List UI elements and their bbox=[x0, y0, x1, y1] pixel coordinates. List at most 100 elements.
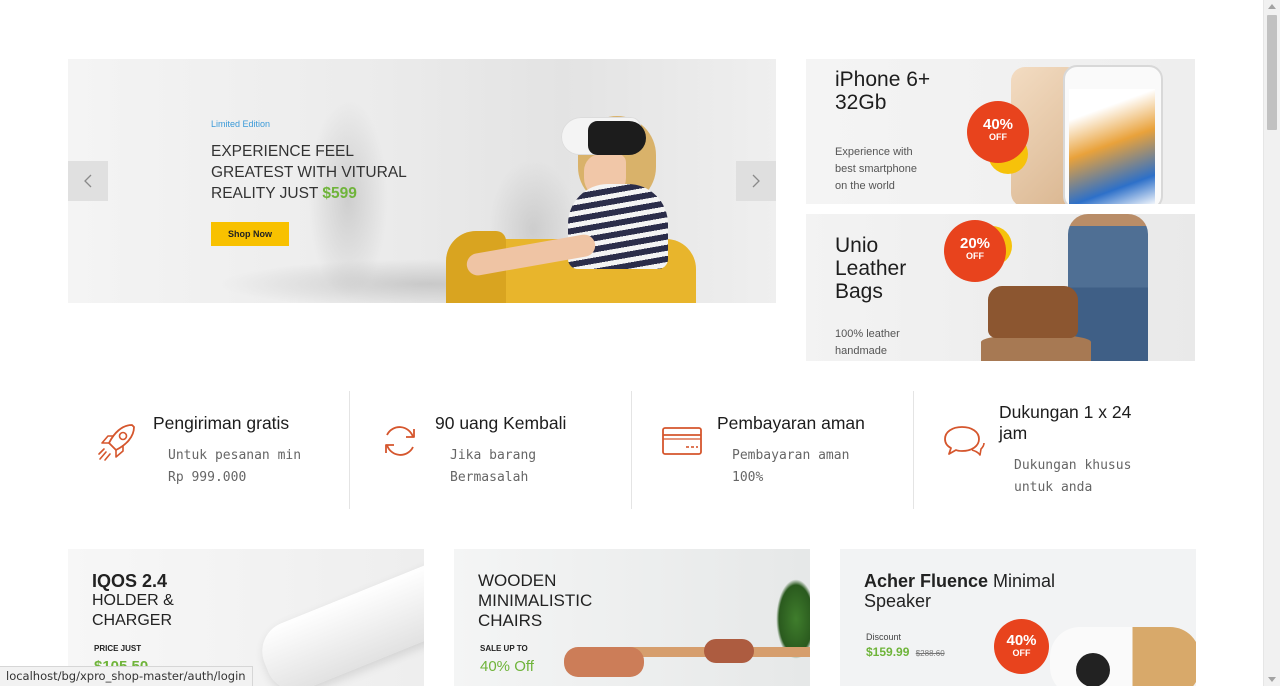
card-title-line: WOODEN bbox=[478, 571, 557, 590]
speaker-image bbox=[1050, 627, 1196, 686]
feature-support: Dukungan 1 x 24 jam Dukungan khusus untu… bbox=[914, 391, 1195, 509]
card-title-bold: Acher Fluence bbox=[864, 571, 989, 591]
card-discount-label: Discount bbox=[866, 632, 902, 642]
card-title-rest: Minimal bbox=[988, 571, 1056, 591]
promo-description: 100% leather handmade bbox=[835, 326, 900, 360]
card-title-line: MINIMALISTIC bbox=[478, 591, 593, 610]
feature-free-shipping: Pengiriman gratis Untuk pesanan min Rp 9… bbox=[68, 391, 350, 509]
hero-content: Limited Edition EXPERIENCE FEEL GREATEST… bbox=[211, 119, 471, 246]
feature-description: Untuk pesanan min Rp 999.000 bbox=[168, 445, 338, 489]
promo-description: Experience with best smartphone on the w… bbox=[835, 144, 917, 195]
refresh-icon bbox=[385, 426, 415, 456]
feature-description: Pembayaran aman 100% bbox=[732, 445, 902, 489]
credit-card-icon bbox=[662, 427, 702, 455]
hero-headline-line: EXPERIENCE FEEL bbox=[211, 143, 354, 160]
discount-badge-off: OFF bbox=[989, 132, 1007, 142]
feature-desc-line: untuk anda bbox=[1014, 480, 1093, 495]
hero-headline-line: GREATEST WITH VITURAL bbox=[211, 164, 407, 181]
promo-desc-line: Experience with bbox=[835, 146, 913, 158]
card-title-line: Acher Fluence Minimal bbox=[864, 571, 1055, 591]
hero-headline-text: REALITY JUST bbox=[211, 185, 323, 202]
features-strip: Pengiriman gratis Untuk pesanan min Rp 9… bbox=[68, 391, 1195, 509]
slider-next-button[interactable] bbox=[736, 161, 776, 201]
promo-card-iphone[interactable]: 40% OFF iPhone 6+ 32Gb Experience with b… bbox=[806, 59, 1195, 204]
card-title: WOODEN MINIMALISTIC CHAIRS bbox=[478, 571, 592, 631]
card-title-line: Speaker bbox=[864, 591, 932, 611]
feature-desc-line: Pembayaran aman bbox=[732, 448, 850, 463]
hero-price: $599 bbox=[322, 185, 357, 202]
card-sale-value: 40% Off bbox=[480, 658, 534, 675]
card-title: IQOS 2.4 HOLDER & CHARGER bbox=[92, 571, 174, 631]
card-sale-label: SALE UP TO bbox=[480, 644, 528, 653]
promo-desc-line: 100% leather bbox=[835, 328, 900, 340]
iqos-device-image bbox=[253, 549, 424, 686]
feature-desc-line: Rp 999.000 bbox=[168, 470, 247, 485]
discount-badge-off: OFF bbox=[966, 251, 984, 261]
feature-desc-line: 100% bbox=[732, 470, 764, 485]
card-price: $159.99 bbox=[866, 645, 910, 659]
card-old-price: $288.60 bbox=[915, 649, 945, 658]
slider-prev-button[interactable] bbox=[68, 161, 108, 201]
scrollbar-thumb[interactable] bbox=[1267, 15, 1277, 130]
discount-badge: 40% OFF bbox=[994, 619, 1049, 674]
card-title-line: CHAIRS bbox=[478, 611, 543, 630]
product-card-wooden-chairs[interactable]: WOODEN MINIMALISTIC CHAIRS SALE UP TO 40… bbox=[454, 549, 810, 686]
iphone-screen-image bbox=[1069, 89, 1155, 204]
card-price-label: PRICE JUST bbox=[94, 644, 142, 653]
tree-stump-image bbox=[981, 334, 1091, 361]
wooden-chair-image bbox=[564, 647, 644, 677]
card-title-line: HOLDER & bbox=[92, 592, 174, 609]
card-title-line: CHARGER bbox=[92, 612, 173, 629]
promo-title-line: Leather bbox=[835, 257, 907, 280]
card-price-row: $159.99 $288.60 bbox=[866, 645, 945, 659]
promo-desc-line: on the world bbox=[835, 180, 895, 192]
speaker-grille-image bbox=[1076, 653, 1110, 686]
feature-title-line: Dukungan 1 x 24 bbox=[999, 402, 1132, 422]
feature-description: Jika barang Bermasalah bbox=[450, 445, 620, 489]
rocket-icon bbox=[98, 424, 135, 461]
hero-eyebrow: Limited Edition bbox=[211, 119, 271, 129]
page-scrollbar[interactable] bbox=[1263, 0, 1280, 686]
chat-bubbles-icon bbox=[944, 426, 985, 456]
promo-title: iPhone 6+ 32Gb bbox=[835, 68, 930, 114]
promo-title-line: iPhone 6+ bbox=[835, 68, 931, 91]
hero-headline: EXPERIENCE FEEL GREATEST WITH VITURAL RE… bbox=[211, 141, 471, 204]
discount-badge-off: OFF bbox=[1012, 648, 1031, 658]
feature-desc-line: Dukungan khusus bbox=[1014, 458, 1132, 473]
card-title: Acher Fluence Minimal Speaker bbox=[864, 571, 1055, 611]
discount-badge-percent: 40% bbox=[1006, 632, 1037, 649]
promo-title: Unio Leather Bags bbox=[835, 234, 906, 303]
feature-title-line: jam bbox=[999, 423, 1028, 443]
product-card-speaker[interactable]: 40% OFF Acher Fluence Minimal Speaker Di… bbox=[840, 549, 1196, 686]
feature-desc-line: Jika barang bbox=[450, 448, 537, 463]
promo-title-line: Unio bbox=[835, 234, 879, 257]
chevron-right-icon bbox=[752, 174, 760, 188]
hero-slider[interactable]: Limited Edition EXPERIENCE FEEL GREATEST… bbox=[68, 59, 776, 303]
scroll-down-arrow-icon[interactable] bbox=[1268, 677, 1276, 682]
feature-description: Dukungan khusus untuk anda bbox=[1014, 455, 1184, 499]
promo-card-leather-bags[interactable]: 20% OFF Unio Leather Bags 100% leather h… bbox=[806, 214, 1195, 361]
discount-badge-percent: 40% bbox=[982, 116, 1014, 133]
discount-badge: 40% OFF bbox=[967, 101, 1029, 163]
feature-title: Pengiriman gratis bbox=[153, 413, 290, 433]
vr-headset-front-image bbox=[588, 121, 646, 155]
shop-now-button[interactable]: Shop Now bbox=[211, 222, 289, 246]
discount-badge: 20% OFF bbox=[944, 220, 1006, 282]
feature-title: Dukungan 1 x 24 jam bbox=[999, 402, 1189, 444]
leather-bag-image bbox=[988, 286, 1078, 338]
card-title-bold: IQOS 2.4 bbox=[92, 571, 168, 591]
wooden-chair-image bbox=[704, 639, 754, 663]
promo-title-line: Bags bbox=[835, 280, 883, 303]
feature-desc-line: Bermasalah bbox=[450, 470, 529, 485]
feature-title: Pembayaran aman bbox=[717, 413, 865, 433]
promo-desc-line: handmade bbox=[835, 345, 887, 357]
promo-title-line: 32Gb bbox=[835, 91, 887, 114]
hero-headline-line: REALITY JUST $599 bbox=[211, 183, 471, 204]
scroll-up-arrow-icon[interactable] bbox=[1268, 4, 1276, 9]
chevron-left-icon bbox=[84, 174, 92, 188]
feature-money-back: 90 uang Kembali Jika barang Bermasalah bbox=[350, 391, 632, 509]
discount-badge-percent: 20% bbox=[959, 235, 991, 252]
feature-desc-line: Untuk pesanan min bbox=[168, 448, 302, 463]
promo-desc-line: best smartphone bbox=[835, 163, 917, 175]
feature-title: 90 uang Kembali bbox=[435, 413, 567, 433]
